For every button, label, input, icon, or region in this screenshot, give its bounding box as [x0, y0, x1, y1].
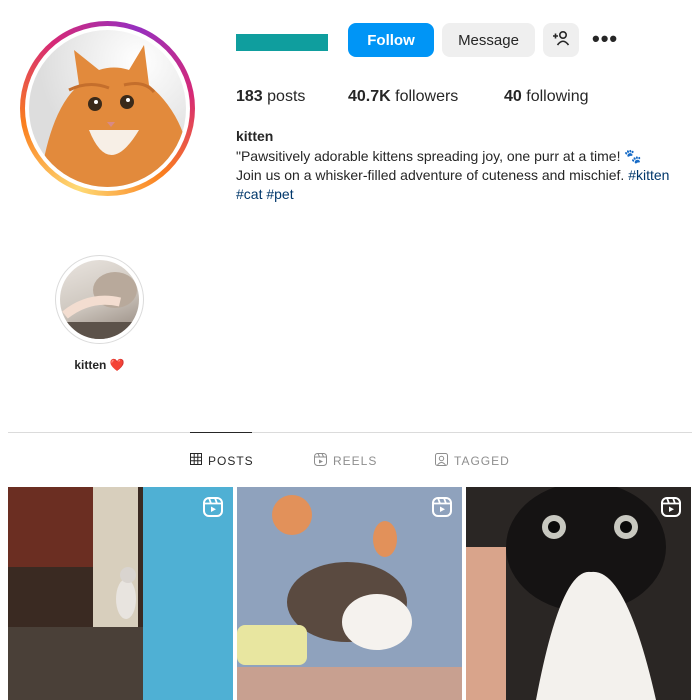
post-thumbnail-tuxedo-cat [466, 487, 691, 700]
highlight-label: kitten ❤️ [74, 358, 125, 372]
tagged-icon [435, 453, 448, 469]
story-highlight[interactable] [55, 255, 144, 344]
hashtag-pet[interactable]: #pet [266, 186, 293, 202]
more-options-icon[interactable]: ••• [592, 26, 618, 52]
tab-tagged[interactable]: TAGGED [435, 453, 510, 469]
grid-icon [190, 453, 202, 468]
following-link[interactable]: 40 following [504, 88, 589, 106]
add-user-icon [552, 30, 570, 50]
post-thumbnail-kitten-playing [237, 487, 462, 700]
followers-link[interactable]: 40.7K followers [348, 88, 458, 106]
highlight-cover-image [60, 260, 139, 339]
profile-display-name: kitten [236, 128, 274, 144]
posts-count: 183 posts [236, 88, 306, 105]
reel-icon [432, 497, 452, 522]
profile-avatar[interactable] [20, 21, 195, 196]
reel-icon [203, 497, 223, 522]
tabs-divider [8, 432, 692, 433]
follow-button[interactable]: Follow [348, 23, 434, 57]
hashtag-cat[interactable]: #cat [236, 186, 262, 202]
post-tile[interactable] [466, 487, 691, 700]
post-thumbnail-cat-wall [8, 487, 233, 700]
active-tab-indicator [190, 432, 252, 433]
post-tile[interactable] [237, 487, 462, 700]
reel-icon [661, 497, 681, 522]
tab-posts[interactable]: POSTS [190, 453, 254, 468]
cat-avatar-image [29, 30, 186, 187]
profile-bio: "Pawsitively adorable kittens spreading … [236, 148, 670, 202]
reels-icon [314, 453, 327, 469]
suggest-user-button[interactable] [543, 23, 579, 57]
hashtag-kitten[interactable]: #kitten [628, 167, 669, 183]
message-button[interactable]: Message [442, 23, 535, 57]
post-tile[interactable] [8, 487, 233, 700]
username-redacted [236, 34, 328, 51]
tab-reels[interactable]: REELS [314, 453, 377, 469]
